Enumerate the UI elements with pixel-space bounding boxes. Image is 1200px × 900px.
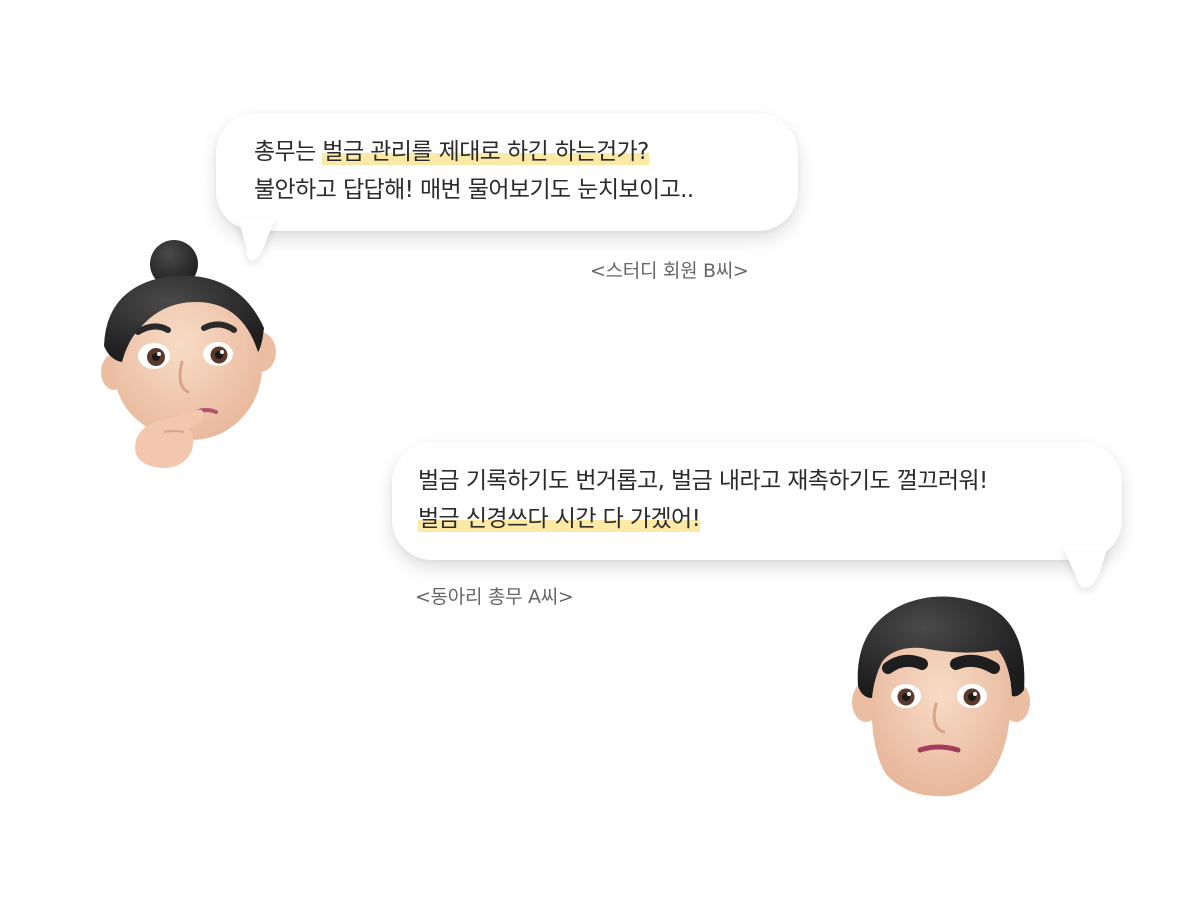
speaker-caption-treasurer-a: <동아리 총무 A씨> <box>415 586 574 608</box>
speech-bubble-member-b: 총무는 벌금 관리를 제대로 하긴 하는건가? 불안하고 답답해! 매번 물어보… <box>216 113 798 261</box>
bubble-2-line-2-highlight: 벌금 신경쓰다 시간 다 가겠어! <box>418 506 701 532</box>
bubble-2-line-1-plain: 벌금 기록하기도 번거롭고, 벌금 내라고 재촉하기도 껄끄러워! <box>418 468 988 494</box>
bubble-1-line-1: 총무는 벌금 관리를 제대로 하긴 하는건가? <box>254 133 798 171</box>
bubble-1-line-2-plain: 불안하고 답답해! 매번 물어보기도 눈치보이고.. <box>254 177 694 203</box>
bubble-2-tail <box>1062 546 1108 588</box>
woman-thinking-avatar <box>101 240 276 468</box>
speech-bubble-treasurer-a: 벌금 기록하기도 번거롭고, 벌금 내라고 재촉하기도 껄끄러워! 벌금 신경쓰… <box>392 442 1122 588</box>
man-concerned-avatar <box>852 596 1030 797</box>
bubble-1-line-1-plain: 총무는 <box>254 139 323 165</box>
bubble-1-line-1-highlight: 벌금 관리를 제대로 하긴 하는건가? <box>322 139 649 165</box>
bubble-2-line-1: 벌금 기록하기도 번거롭고, 벌금 내라고 재촉하기도 껄끄러워! <box>418 462 1122 500</box>
speaker-caption-member-b: <스터디 회원 B씨> <box>590 260 749 282</box>
bubble-1-line-2: 불안하고 답답해! 매번 물어보기도 눈치보이고.. <box>254 171 798 209</box>
bubble-2-line-2: 벌금 신경쓰다 시간 다 가겠어! <box>418 500 1122 538</box>
